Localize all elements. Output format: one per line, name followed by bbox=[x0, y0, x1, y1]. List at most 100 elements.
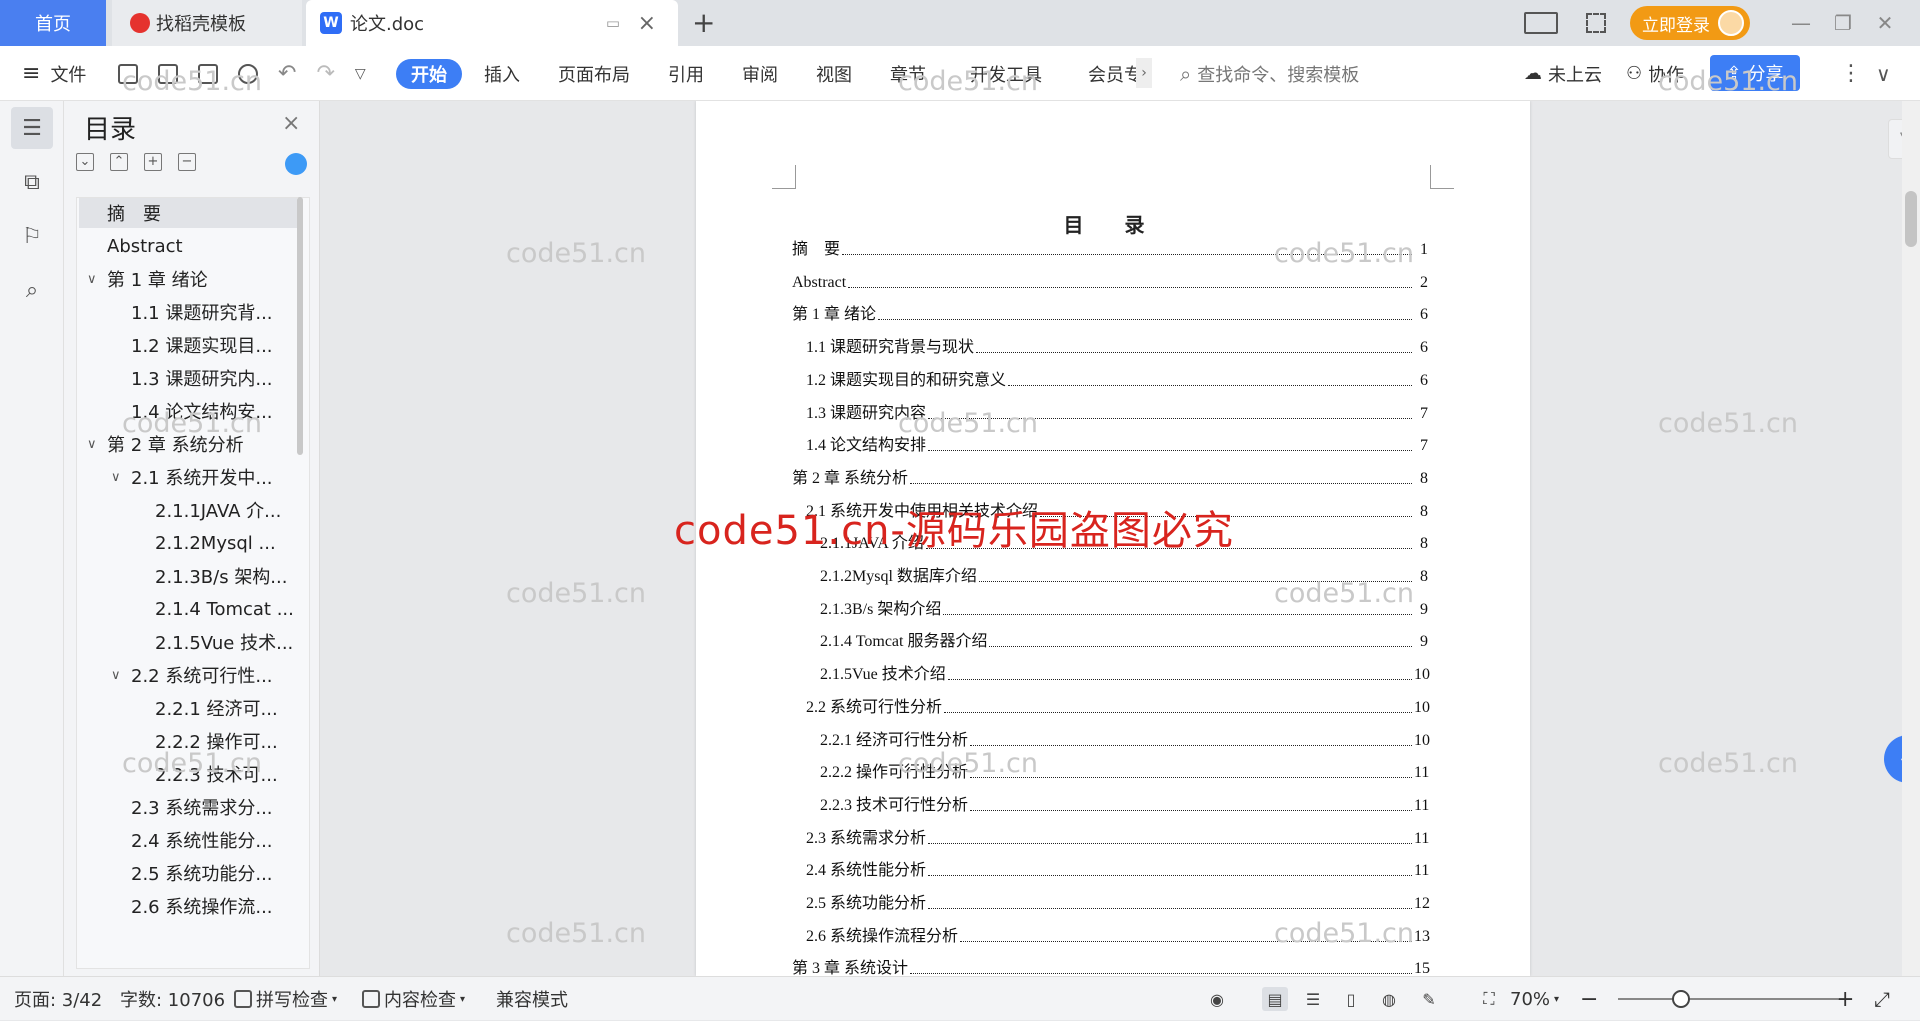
toc-entry[interactable]: 2.5 系统功能分析 12 bbox=[806, 889, 1430, 913]
tab-home[interactable]: 首页 bbox=[0, 0, 106, 46]
watermark: code51.cn bbox=[898, 66, 1039, 97]
remove-heading-icon[interactable]: − bbox=[178, 153, 196, 171]
outline-item[interactable]: 2.1.5Vue 技术... bbox=[79, 627, 297, 657]
expand-chevron-icon[interactable]: ∨ bbox=[111, 470, 121, 485]
watermark: code51.cn bbox=[506, 238, 647, 269]
toc-entry[interactable]: 1.1 课题研究背景与现状 6 bbox=[806, 333, 1428, 358]
add-heading-icon[interactable]: + bbox=[144, 153, 162, 171]
toc-entry[interactable]: 2.1.4 Tomcat 服务器介绍 9 bbox=[820, 627, 1428, 652]
minimize-icon[interactable]: — bbox=[1780, 11, 1822, 35]
scroll-thumb[interactable] bbox=[1905, 191, 1917, 247]
nav-close-icon[interactable]: × bbox=[282, 111, 300, 136]
outline-item[interactable]: 2.6 系统操作流... bbox=[79, 891, 297, 921]
collapse-all-icon[interactable]: ⌃ bbox=[110, 153, 128, 171]
restore-icon[interactable]: ❐ bbox=[1822, 11, 1864, 35]
watermark: code51.cn bbox=[1274, 578, 1415, 609]
fullscreen-icon[interactable]: ⤢ bbox=[1874, 977, 1890, 1021]
cloud-status-button[interactable]: ☁ 未上云 bbox=[1524, 46, 1602, 101]
outline-item[interactable]: 2.1.1JAVA 介... bbox=[79, 495, 297, 525]
menu-tab-view[interactable]: 视图 bbox=[816, 46, 852, 101]
toc-entry[interactable]: 1.2 课题实现目的和研究意义 6 bbox=[806, 365, 1428, 390]
find-icon[interactable]: ⌕ bbox=[11, 269, 53, 311]
outline-item[interactable]: 2.1.3B/s 架构... bbox=[79, 561, 297, 591]
spell-check-button[interactable]: 拼写检查 ▾ bbox=[234, 977, 337, 1021]
outline-item[interactable]: 2.1.4 Tomcat ... bbox=[79, 594, 297, 624]
tab-document[interactable]: W 论文.doc ▭ × bbox=[306, 0, 678, 46]
toc-entry[interactable]: 2.2.1 经济可行性分析 10 bbox=[820, 725, 1430, 750]
menu-tab-insert[interactable]: 插入 bbox=[484, 46, 520, 101]
file-menu[interactable]: ≡ 文件 bbox=[22, 46, 86, 101]
zoom-slider-knob[interactable] bbox=[1672, 990, 1690, 1008]
close-tab-icon[interactable]: × bbox=[638, 11, 656, 36]
outline-panel-icon[interactable]: ☰ bbox=[11, 107, 53, 149]
eye-protection-icon[interactable]: ◉ bbox=[1204, 987, 1230, 1011]
nav-scrollbar[interactable] bbox=[297, 197, 303, 455]
toc-leader-dots bbox=[989, 646, 1412, 648]
tab-docer-templates[interactable]: 找稻壳模板 bbox=[112, 0, 302, 46]
toc-entry[interactable]: 2.2.3 技术可行性分析 11 bbox=[820, 790, 1429, 815]
sections-panel-icon[interactable]: ⧉ bbox=[11, 161, 53, 203]
menu-tab-references[interactable]: 引用 bbox=[668, 46, 704, 101]
menu-tab-member[interactable]: 会员专 bbox=[1088, 46, 1142, 101]
new-tab-plus-icon[interactable]: + bbox=[692, 6, 715, 39]
outline-item[interactable]: 2.5 系统功能分... bbox=[79, 858, 297, 888]
menu-tab-review[interactable]: 审阅 bbox=[742, 46, 778, 101]
pin-window-icon[interactable]: ▭ bbox=[606, 14, 620, 32]
outline-item[interactable]: 2.2.1 经济可... bbox=[79, 693, 297, 723]
command-search[interactable]: ⌕ 查找命令、搜索模板 bbox=[1180, 46, 1359, 101]
outline-item[interactable]: 1.2 课题实现目... bbox=[79, 330, 297, 360]
layout-icon[interactable] bbox=[1524, 12, 1558, 34]
toc-entry[interactable]: 2.3 系统需求分析 11 bbox=[806, 823, 1429, 848]
menu-more-chevron-icon[interactable]: › bbox=[1136, 58, 1152, 88]
outline-view-icon[interactable]: ☰ bbox=[1300, 987, 1326, 1011]
expand-chevron-icon[interactable]: ∨ bbox=[87, 437, 97, 452]
undo-icon[interactable]: ↶ bbox=[278, 61, 296, 86]
outline-item[interactable]: 2.4 系统性能分... bbox=[79, 825, 297, 855]
zoom-level[interactable]: 70% ▾ bbox=[1510, 977, 1559, 1021]
zoom-slider[interactable] bbox=[1618, 998, 1838, 1000]
expand-chevron-icon[interactable]: ∨ bbox=[87, 272, 97, 287]
more-options-icon[interactable]: ⋮ bbox=[1840, 46, 1862, 101]
write-mode-icon[interactable]: ✎ bbox=[1416, 987, 1442, 1011]
toc-entry[interactable]: 2.4 系统性能分析 11 bbox=[806, 856, 1429, 881]
outline-item[interactable]: ∨ 2.2 系统可行性... bbox=[79, 660, 297, 690]
apps-grid-icon[interactable] bbox=[1586, 13, 1606, 33]
menu-tab-start[interactable]: 开始 bbox=[396, 59, 462, 89]
collapse-ribbon-icon[interactable]: ∨ bbox=[1876, 46, 1891, 101]
expand-all-icon[interactable]: ⌄ bbox=[76, 153, 94, 171]
content-check-button[interactable]: 内容检查 ▾ bbox=[362, 977, 465, 1021]
outline-item[interactable]: 2.1.2Mysql ... bbox=[79, 528, 297, 558]
outline-item[interactable]: 1.3 课题研究内... bbox=[79, 363, 297, 393]
toc-page-number: 10 bbox=[1414, 731, 1430, 749]
word-count[interactable]: 字数: 10706 bbox=[120, 977, 225, 1021]
page-view-icon[interactable]: ▤ bbox=[1262, 987, 1288, 1011]
outline-item[interactable]: ∨ 第 1 章 绪论 bbox=[79, 264, 297, 294]
page-counter[interactable]: 页面: 3/42 bbox=[14, 977, 102, 1021]
zoom-out-icon[interactable]: − bbox=[1580, 977, 1598, 1021]
web-view-icon[interactable]: ◍ bbox=[1376, 987, 1402, 1011]
customize-dropdown-icon[interactable]: ▽ bbox=[355, 66, 366, 82]
outline-item[interactable]: 1.1 课题研究背... bbox=[79, 297, 297, 327]
toc-entry[interactable]: 2.2 系统可行性分析 10 bbox=[806, 692, 1430, 717]
vertical-scrollbar[interactable] bbox=[1902, 101, 1920, 976]
toc-entry[interactable]: 2.1.5Vue 技术介绍 10 bbox=[820, 660, 1430, 685]
menu-tab-page-layout[interactable]: 页面布局 bbox=[558, 46, 630, 101]
outline-item[interactable]: Abstract bbox=[79, 231, 297, 261]
zoom-in-icon[interactable]: + bbox=[1836, 977, 1854, 1021]
redo-icon[interactable]: ↷ bbox=[316, 61, 334, 86]
outline-item[interactable]: ∨ 2.1 系统开发中... bbox=[79, 462, 297, 492]
login-button[interactable]: 立即登录 bbox=[1630, 6, 1750, 40]
toc-entry[interactable]: 第 2 章 系统分析 8 bbox=[792, 463, 1428, 488]
outline-item[interactable]: 摘 要 bbox=[79, 198, 297, 228]
outline-item[interactable]: 2.3 系统需求分... bbox=[79, 792, 297, 822]
toc-entry[interactable]: 第 1 章 绪论 6 bbox=[792, 300, 1428, 325]
expand-chevron-icon[interactable]: ∨ bbox=[111, 668, 121, 683]
toc-entry[interactable]: 第 3 章 系统设计 15 bbox=[792, 954, 1430, 976]
toc-leader-dots bbox=[944, 711, 1412, 713]
bookmark-icon[interactable]: ⚐ bbox=[11, 215, 53, 257]
reading-view-icon[interactable]: ▯ bbox=[1338, 987, 1364, 1011]
close-window-icon[interactable]: ✕ bbox=[1864, 11, 1906, 35]
fit-page-icon[interactable]: ⛶ bbox=[1476, 987, 1502, 1011]
ai-assistant-icon[interactable] bbox=[285, 153, 307, 175]
toc-entry[interactable]: Abstract 2 bbox=[792, 270, 1428, 292]
